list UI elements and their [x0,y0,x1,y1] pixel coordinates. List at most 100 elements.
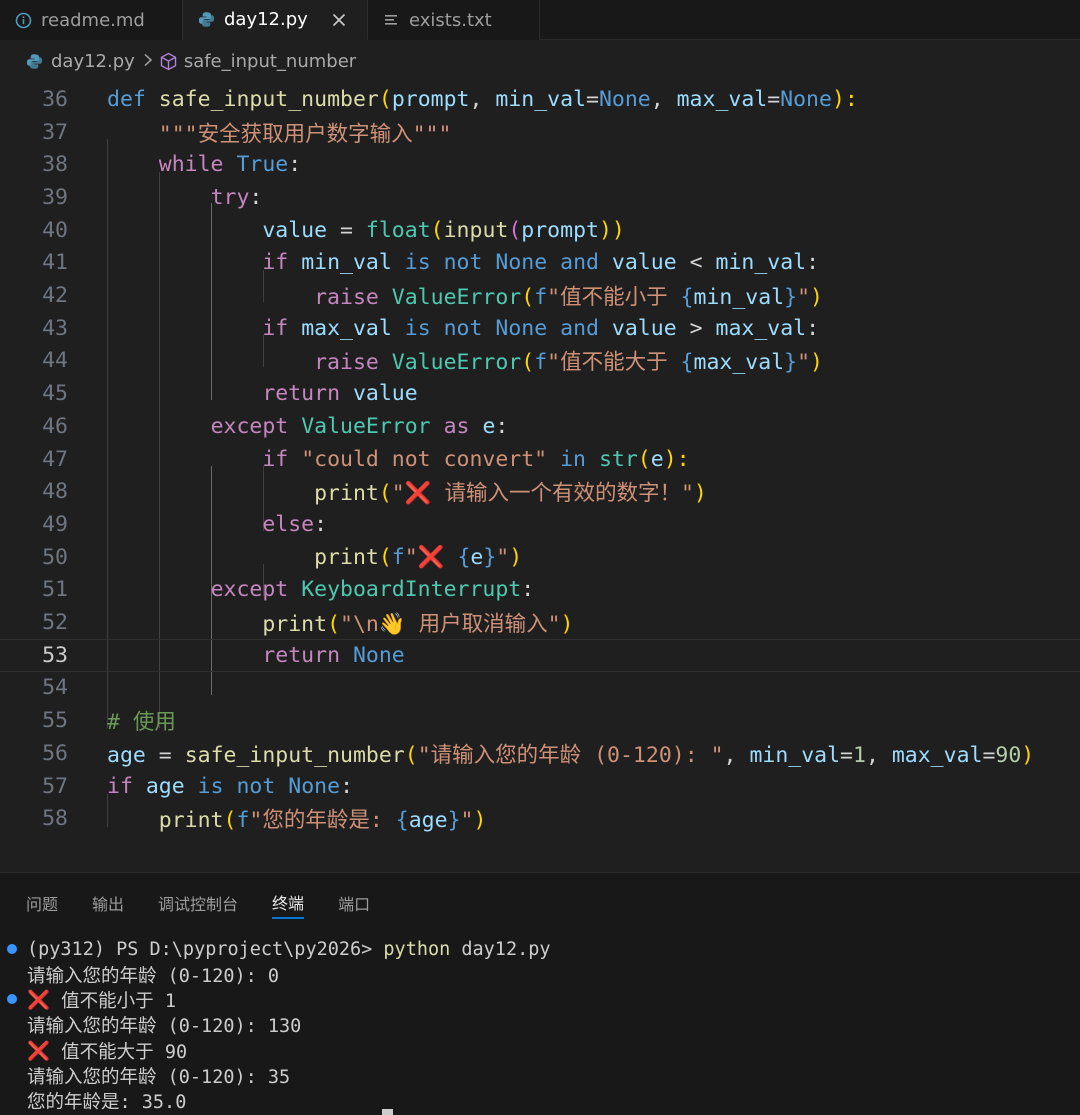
token: e [470,544,484,570]
code-line: 42 raise ValueError(f"值不能小于 {min_val}") [0,279,1080,312]
breadcrumb-symbol[interactable]: safe_input_number [184,51,356,72]
token: = [145,742,185,768]
terminal-output: 请输入您的年龄 (0-120): 130 [27,1016,302,1038]
tab-label: readme.md [41,9,145,31]
code-text: return value [107,381,418,407]
token: > [676,315,716,341]
token: { [395,808,409,834]
line-number: 55 [42,708,68,734]
command-status-dot[interactable] [7,994,17,1004]
token: ( [378,544,392,570]
token: " [391,481,405,507]
token: safe_input_number [158,86,379,112]
breadcrumb: day12.py safe_input_number [0,41,1080,81]
token: : [288,152,302,178]
code-line: 37 """安全获取用户数字输入""" [0,116,1080,149]
token: 用户取消输入" [405,612,561,638]
token: except [210,577,289,603]
code-text: print("\n👋 用户取消输入") [107,607,573,638]
token: max_val [693,350,785,376]
token: min_val [749,742,841,768]
token: safe_input_number [184,742,405,768]
code-line: 49 else: [0,508,1080,541]
tab-ports[interactable]: 端口 [338,887,370,919]
tab-exists[interactable]: exists.txt [368,0,540,40]
tab-readme[interactable]: readme.md [0,0,183,40]
token: ( [223,808,237,834]
comment: # 使用 [107,710,176,736]
token: value [352,381,418,407]
code-text: if "could not convert" in str(e): [107,446,689,472]
token: , [650,86,677,112]
token: not [236,773,276,799]
token: = [327,217,366,243]
tab-day12[interactable]: day12.py [183,0,368,40]
command-status-dot[interactable] [7,944,17,954]
terminal-line: ❌ 值不能小于 1 [27,988,176,1013]
code-line: 50 print(f"❌ {e}") [0,541,1080,574]
tab-terminal[interactable]: 终端 [272,887,305,919]
line-number: 39 [42,184,68,210]
token: ): [831,86,858,112]
token: value [611,250,677,276]
token: 1 [853,742,866,768]
code-line: 52 print("\n👋 用户取消输入") [0,606,1080,639]
token: float [365,217,431,243]
token: "请输入您的年龄 (0-120): " [417,742,724,768]
close-icon[interactable] [330,11,348,29]
text-file-icon [382,11,400,29]
line-number: 40 [42,217,68,243]
token: } [483,544,497,570]
line-number: 46 [42,413,68,439]
token: prompt [391,86,470,112]
line-number: 43 [42,315,68,341]
token: is [197,773,224,799]
token: 90 [995,742,1022,768]
token: print [158,808,224,834]
token: " [404,544,418,570]
code-line: 44 raise ValueError(f"值不能大于 {max_val}") [0,345,1080,378]
token: if [262,315,289,341]
token: "\n [340,612,379,638]
code-line: 36 def safe_input_number(prompt, min_val=… [0,83,1080,116]
token: None [288,773,341,799]
terminal-line: 请输入您的年龄 (0-120): 35 [27,1064,290,1089]
terminal-command: python [383,939,451,960]
line-number: 44 [42,348,68,374]
tab-output[interactable]: 输出 [92,887,124,919]
token: ) [693,481,707,507]
code-text: if min_val is not None and value < min_v… [107,250,819,275]
terminal-line: 您的年龄是: 35.0 [27,1089,186,1114]
terminal-output: 值不能小于 1 [50,991,176,1013]
code-editor[interactable]: 36 def safe_input_number(prompt, min_val=… [0,83,1080,850]
token: def [107,86,146,112]
token: None [598,86,651,112]
token: ( [521,285,535,311]
code-text: except ValueError as e: [107,414,509,439]
token: ( [404,742,418,768]
editor-tab-bar: readme.md day12.py exists.txt [0,0,1080,40]
token: f [391,544,405,570]
token: min_val [301,250,392,276]
tab-debug-console[interactable]: 调试控制台 [158,887,238,919]
line-number: 58 [42,806,68,832]
breadcrumb-file[interactable]: day12.py [51,51,135,72]
code-line: 39 try: [0,181,1080,214]
terminal-line: ❌ 值不能大于 90 [27,1038,187,1063]
token: { [457,544,471,570]
chevron-right-icon [143,52,153,71]
token: max_val [891,742,983,768]
token: " [797,285,811,311]
token: if [107,773,133,799]
terminal-output: 请输入您的年龄 (0-120): 35 [27,1067,291,1088]
tab-problems[interactable]: 问题 [26,887,58,919]
token: "could not convert" [301,446,548,472]
